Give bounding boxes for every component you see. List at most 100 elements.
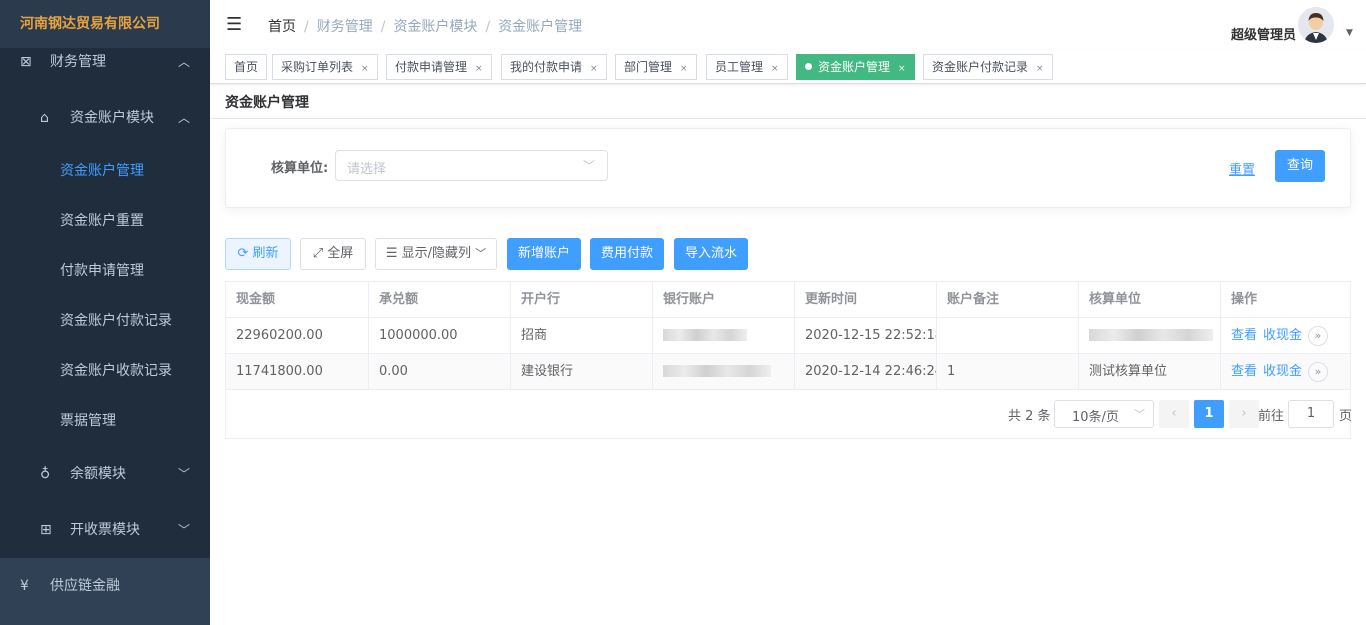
chevron-down-icon: ﹀ (475, 247, 487, 260)
select-placeholder: 请选择 (347, 162, 387, 177)
cell-acceptance: 0.00 (369, 354, 511, 390)
columns-toggle-button[interactable]: ☰ 显示/隐藏列 ﹀ (375, 238, 497, 270)
close-icon[interactable]: × (680, 64, 688, 74)
close-icon[interactable]: × (361, 64, 369, 74)
balance-icon: ♁ (40, 466, 51, 482)
menu-fund-account-manage[interactable]: 资金账户管理 (0, 146, 210, 196)
tag-label: 首页 (234, 60, 259, 74)
page-size-value: 10条/页 (1072, 410, 1119, 425)
hamburger-icon[interactable]: ☰ (226, 14, 242, 35)
breadcrumb-fund-module: 资金账户模块 (393, 19, 478, 35)
import-flow-button[interactable]: 导入流水 (674, 238, 748, 270)
header-unit: 核算单位 (1079, 282, 1221, 318)
tag-payment-request[interactable]: 付款申请管理 × (386, 54, 492, 80)
fullscreen-button[interactable]: ⤢ 全屏 (300, 238, 366, 270)
header-remark: 账户备注 (937, 282, 1079, 318)
menu-balance-label: 余额模块 (70, 466, 126, 482)
tag-fund-account-active[interactable]: 资金账户管理 × (796, 54, 915, 80)
finance-icon: ⊠ (20, 54, 32, 70)
chevron-up-icon: ︿ (177, 55, 190, 69)
menu-receipt-records[interactable]: 资金账户收款记录 (0, 346, 210, 396)
menu-fund-module-label: 资金账户模块 (70, 110, 154, 126)
caret-down-icon[interactable]: ▼ (1346, 28, 1353, 38)
tag-purchase-orders[interactable]: 采购订单列表 × (272, 54, 378, 80)
cell-bank: 建设银行 (511, 354, 653, 390)
more-arrow-icon[interactable]: » (1308, 361, 1329, 382)
menu-payment-request[interactable]: 付款申请管理 (0, 246, 210, 296)
chevron-down-icon: ﹀ (177, 467, 190, 481)
tags-view: 首页 采购订单列表 × 付款申请管理 × 我的付款申请 × 部门管理 × 员工管理 × 资… (210, 50, 1366, 84)
menu-finance[interactable]: ⊠ 财务管理 ︿ (0, 48, 210, 76)
user-name[interactable]: 超级管理员 (1231, 24, 1296, 43)
total-count: 共 2 条 (1008, 409, 1051, 424)
cell-actions: 查看 收现金 » (1221, 354, 1350, 390)
fullscreen-label: 全屏 (327, 246, 354, 261)
chevron-down-icon: ﹀ (582, 159, 595, 173)
accounting-unit-select[interactable]: 请选择 ﹀ (335, 150, 608, 181)
close-icon[interactable]: × (771, 64, 779, 74)
tag-label: 采购订单列表 (281, 60, 354, 74)
tag-home[interactable]: 首页 (225, 54, 268, 80)
refresh-button[interactable]: ⟳ 刷新 (225, 238, 291, 270)
breadcrumb-home[interactable]: 首页 (268, 19, 296, 35)
menu-finance-label: 财务管理 (50, 54, 106, 70)
header-actions: 操作 (1231, 292, 1258, 307)
header-cash: 现金额 (226, 282, 369, 318)
menu-supply-chain[interactable]: ¥ 供应链金融 (0, 558, 210, 614)
filter-card: 核算单位: 请选择 ﹀ 重置 查询 (225, 128, 1351, 208)
header-bank: 开户行 (511, 282, 653, 318)
tag-employee[interactable]: 员工管理 × (706, 54, 788, 80)
cell-cash: 22960200.00 (226, 318, 369, 354)
reset-button[interactable]: 重置 (1229, 159, 1255, 178)
more-arrow-icon[interactable]: » (1308, 325, 1329, 346)
menu-balance-module[interactable]: ♁ 余额模块 ﹀ (0, 446, 210, 502)
next-page-button[interactable]: › (1229, 400, 1259, 428)
menu-fund-module[interactable]: ⌂ 资金账户模块 ︿ (0, 90, 210, 146)
add-account-button[interactable]: 新增账户 (507, 238, 581, 270)
collect-cash-link[interactable]: 收现金 (1263, 364, 1302, 379)
close-icon[interactable]: × (590, 64, 598, 74)
menu-invoice-module[interactable]: ⊞ 开收票模块 ﹀ (0, 502, 210, 558)
cell-remark: 1 (937, 354, 1079, 390)
view-link[interactable]: 查看 (1231, 364, 1257, 379)
query-button[interactable]: 查询 (1275, 150, 1325, 182)
close-icon[interactable]: × (898, 64, 906, 74)
prev-page-button[interactable]: ‹ (1159, 400, 1189, 428)
sidebar: 河南钢达贸易有限公司 ⊠ 财务管理 ︿ ⌂ 资金账户模块 ︿ 资金账户管理 资金… (0, 0, 210, 625)
tag-department[interactable]: 部门管理 × (615, 54, 697, 80)
tag-my-payment[interactable]: 我的付款申请 × (501, 54, 607, 80)
collect-cash-link[interactable]: 收现金 (1263, 328, 1302, 343)
accounts-table: 现金额 承兑额 开户行 银行账户 更新时间 账户备注 核算单位 操作 22960… (225, 281, 1352, 439)
avatar[interactable] (1298, 7, 1334, 43)
user-avatar-icon (1298, 7, 1334, 43)
tag-payment-records[interactable]: 资金账户付款记录 × (923, 54, 1053, 80)
page-size-select[interactable]: 10条/页 ﹀ (1054, 400, 1154, 428)
menu-fund-account-reset[interactable]: 资金账户重置 (0, 196, 210, 246)
chevron-down-icon: ﹀ (177, 523, 190, 537)
goto-page-input[interactable]: 1 (1288, 400, 1334, 428)
cell-bank: 招商 (511, 318, 653, 354)
tag-label: 资金账户管理 (818, 60, 891, 74)
breadcrumb-finance: 财务管理 (316, 19, 373, 35)
menu-invoice-label: 开收票模块 (70, 522, 140, 538)
pagination: 共 2 条 10条/页 ﹀ ‹ 1 › 前往 1 页 (226, 390, 1352, 438)
masked-value (663, 329, 747, 341)
close-icon[interactable]: × (475, 64, 483, 74)
breadcrumb-current: 资金账户管理 (498, 19, 583, 35)
page-title: 资金账户管理 (225, 95, 309, 111)
view-link[interactable]: 查看 (1231, 328, 1257, 343)
home-icon: ⌂ (40, 110, 49, 126)
page-number-current[interactable]: 1 (1194, 400, 1224, 428)
menu-bill-manage[interactable]: 票据管理 (0, 396, 210, 446)
fee-payment-button[interactable]: 费用付款 (590, 238, 664, 270)
cell-unit: 测试核算单位 (1079, 354, 1221, 390)
breadcrumb-separator: / (485, 19, 491, 35)
close-icon[interactable]: × (1036, 64, 1044, 74)
active-dot-icon (805, 63, 812, 70)
menu-payment-records[interactable]: 资金账户付款记录 (0, 296, 210, 346)
goto-label: 前往 (1258, 409, 1285, 424)
accounting-unit-label: 核算单位: (271, 161, 329, 176)
columns-label: 显示/隐藏列 (401, 246, 472, 261)
menu-spacer (0, 76, 210, 90)
refresh-label: 刷新 (252, 246, 279, 261)
